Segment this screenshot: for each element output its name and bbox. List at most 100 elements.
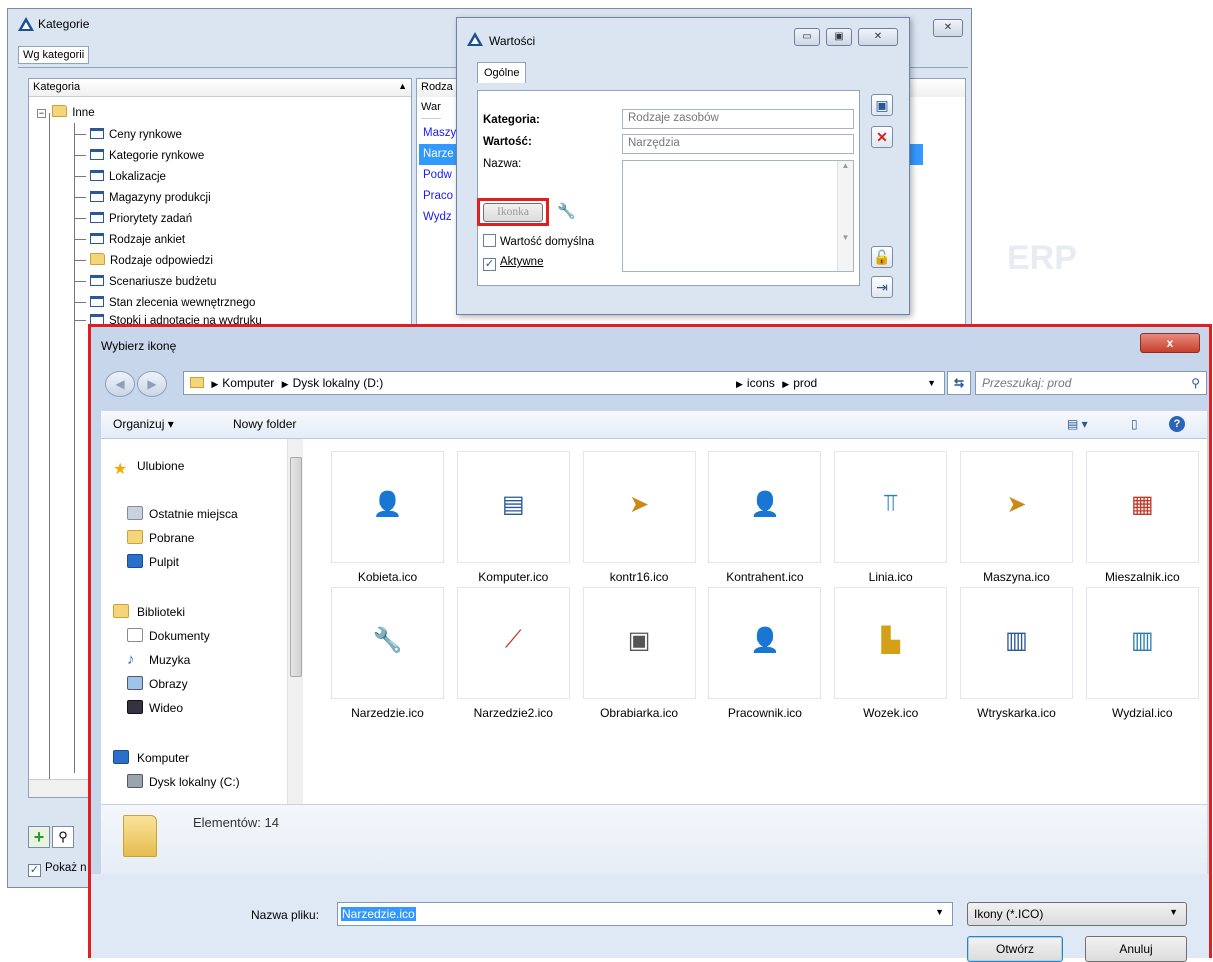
name-textarea[interactable]: ▲ ▼ (622, 160, 854, 272)
drive-icon (127, 774, 143, 788)
nav-recent[interactable]: Ostatnie miejsca (149, 507, 238, 521)
delete-button[interactable]: ✕ (871, 126, 893, 148)
lathe-icon: ▣ (627, 627, 651, 654)
file-name: Pracownik.ico (727, 706, 802, 720)
file-tile[interactable]: ▤ Komputer.ico (456, 451, 570, 584)
organize-button[interactable]: Organizuj ▾ (113, 417, 174, 431)
close-button[interactable]: x (1140, 333, 1200, 353)
active-checkbox[interactable]: ✓ Aktywne (483, 256, 543, 271)
file-tile[interactable]: ▣ Obrabiarka.ico (582, 587, 696, 720)
tree-item[interactable]: Lokalizacje (74, 167, 166, 188)
pin-icon: ⇥ (876, 279, 888, 295)
show-checkbox[interactable]: ✓ Pokaż n (28, 862, 87, 877)
file-tile[interactable]: 👤 Kobieta.ico (331, 451, 444, 584)
file-name: Obrabiarka.ico (600, 706, 679, 720)
tab-by-category[interactable]: Wg kategorii (18, 46, 90, 64)
icon-button[interactable]: Ikonka (483, 203, 543, 222)
nav-desktop[interactable]: Pulpit (149, 555, 179, 569)
file-type-select[interactable]: Ikony (*.ICO) ▼ (967, 902, 1187, 926)
nav-disk-c[interactable]: Dysk lokalny (C:) (149, 775, 240, 789)
file-name: kontr16.ico (609, 570, 669, 584)
nav-pictures[interactable]: Obrazy (149, 677, 188, 691)
save-button[interactable]: ▣ (871, 94, 893, 116)
file-tile[interactable]: ⟋ Narzedzie2.ico (456, 587, 570, 720)
checkbox-label: Wartość domyślna (500, 236, 595, 248)
tree-item[interactable]: Scenariusze budżetu (74, 272, 216, 293)
category-field[interactable]: Rodzaje zasobów (622, 109, 854, 129)
search-input[interactable]: Przeszukaj: prod ⚲ (975, 371, 1207, 395)
tree-item-label: Ceny rynkowe (109, 129, 182, 141)
close-button[interactable]: ✕ (933, 19, 963, 37)
view-options-button[interactable]: ▤ ▾ (1067, 417, 1088, 431)
breadcrumb-item[interactable]: prod (793, 376, 817, 390)
file-tile[interactable]: ➤ kontr16.ico (582, 451, 696, 584)
tree-item[interactable]: Rodzaje ankiet (74, 230, 185, 251)
nav-libraries[interactable]: Biblioteki (137, 605, 185, 619)
breadcrumb-item[interactable]: Komputer (222, 376, 274, 390)
nav-computer[interactable]: Komputer (137, 751, 189, 765)
tree-item[interactable]: Stan zlecenia wewnętrznego (74, 293, 255, 314)
recent-places-icon (127, 506, 143, 520)
file-name: Wydzial.ico (1112, 706, 1173, 720)
nav-video[interactable]: Wideo (149, 701, 183, 715)
file-tile[interactable]: ▦ Mieszalnik.ico (1085, 451, 1199, 584)
pin-button[interactable]: ⇥ (871, 276, 893, 298)
refresh-button[interactable]: ⇆ (947, 371, 971, 395)
textarea-scrollbar[interactable]: ▲ ▼ (837, 161, 853, 271)
tree-item[interactable]: Rodzaje odpowiedzi (74, 251, 213, 272)
tree-item-root[interactable]: − Inne (37, 103, 95, 124)
nav-music[interactable]: Muzyka (149, 653, 190, 667)
tree-item[interactable]: Magazyny produkcji (74, 188, 211, 209)
lock-button[interactable]: 🔓 (871, 246, 893, 268)
default-checkbox[interactable]: Wartość domyślna (483, 234, 594, 248)
file-tile[interactable]: ▥ Wydzial.ico (1085, 587, 1199, 720)
collapse-icon[interactable]: − (37, 109, 46, 118)
new-folder-button[interactable]: Nowy folder (233, 417, 296, 431)
forward-button[interactable]: ▶ (137, 371, 167, 397)
window-icon (90, 170, 104, 181)
scrollbar-thumb[interactable] (290, 457, 302, 677)
file-tile[interactable]: ⫪ Linia.ico (834, 451, 948, 584)
file-tile[interactable]: ▥ Wtryskarka.ico (960, 587, 1073, 720)
back-button[interactable]: ◀ (105, 371, 135, 397)
tree-item-label: Scenariusze budżetu (109, 276, 217, 288)
minimize-button[interactable]: ▭ (794, 28, 820, 46)
tab-general[interactable]: Ogólne (477, 62, 527, 83)
file-tile[interactable]: ➤ Maszyna.ico (960, 451, 1073, 584)
checkbox-icon (483, 234, 496, 247)
breadcrumb-item[interactable]: icons (747, 376, 775, 390)
add-button[interactable]: + (28, 826, 50, 848)
preview-pane-button[interactable]: ▯ (1131, 417, 1138, 431)
tree-item[interactable]: Kategorie rynkowe (74, 146, 204, 167)
address-bar[interactable]: ▶ Komputer ▶ Dysk lokalny (D:) ▶ icons ▶ pro… (183, 371, 945, 395)
computer-icon: ▤ (501, 491, 525, 518)
file-tile[interactable]: ▙ Wozek.ico (834, 587, 948, 720)
value-field[interactable]: Narzędzia (622, 134, 854, 154)
nav-downloads[interactable]: Pobrane (149, 531, 194, 545)
maximize-button[interactable]: ▣ (826, 28, 852, 46)
dropdown-icon[interactable]: ▼ (927, 372, 936, 394)
filename-input[interactable]: Narzedzie.ico ▼ (337, 902, 953, 926)
cancel-button[interactable]: Anuluj (1085, 936, 1187, 962)
woman-icon: 👤 (372, 491, 403, 518)
tree-item[interactable]: Priorytety zadań (74, 209, 192, 230)
nav-favorites[interactable]: Ulubione (137, 459, 184, 473)
sort-up-icon[interactable]: ▲ (398, 81, 407, 91)
open-button[interactable]: Otwórz (967, 936, 1063, 962)
nav-documents[interactable]: Dokumenty (149, 629, 210, 643)
help-icon[interactable]: ? (1169, 416, 1185, 432)
breadcrumb-item[interactable]: Dysk lokalny (D:) (293, 376, 384, 390)
factory-icon: ▥ (1130, 627, 1154, 654)
column-header[interactable]: Warto (421, 101, 441, 119)
tree-item[interactable]: Ceny rynkowe (74, 125, 182, 146)
tree-item-label: Rodzaje odpowiedzi (110, 255, 213, 267)
dropdown-icon[interactable]: ▼ (935, 907, 944, 917)
nav-scrollbar[interactable] (287, 439, 303, 804)
file-tile[interactable]: 👤 Pracownik.ico (708, 587, 822, 720)
file-tile[interactable]: 👤 Kontrahent.ico (708, 451, 822, 584)
close-button[interactable]: ✕ (858, 28, 898, 46)
file-tile[interactable]: 🔧 Narzedzie.ico (331, 587, 444, 720)
tree-item[interactable]: Stopki i adnotacje na wydruku (74, 314, 262, 324)
tree-item-label: Inne (72, 107, 95, 119)
search-button[interactable]: ⚲ (52, 826, 74, 848)
